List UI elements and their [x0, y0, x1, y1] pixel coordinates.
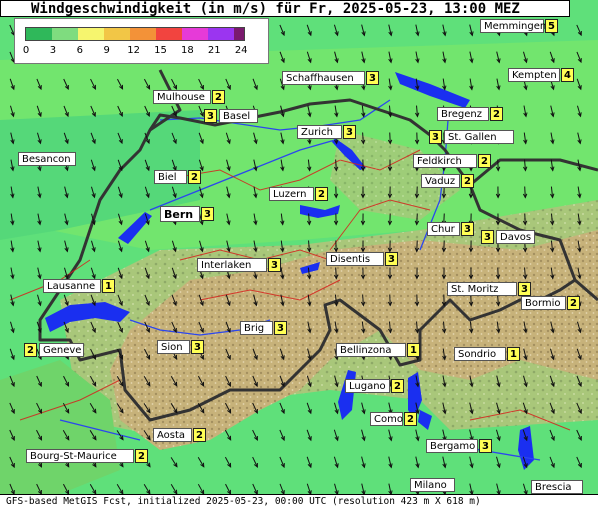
city-label-bellinzona: Bellinzona — [336, 343, 406, 357]
city-label-memmingen: Memmingen — [480, 19, 546, 33]
wind-speed-value: 3 — [343, 125, 356, 139]
forecast-footer: GFS-based MetGIS Fcst, initialized 2025-… — [0, 494, 598, 508]
legend-tick-label: 0 — [22, 45, 30, 56]
wind-speed-value: 3 — [481, 230, 494, 244]
legend-tick-label: 12 — [127, 45, 140, 56]
city-label-interlaken: Interlaken — [197, 258, 267, 272]
wind-speed-value: 2 — [404, 412, 417, 426]
city-label-brig: Brig — [240, 321, 273, 335]
legend-color-swatch — [182, 28, 208, 40]
wind-speed-value: 2 — [490, 107, 503, 121]
city-label-basel: Basel — [219, 109, 258, 123]
legend-color-swatch — [104, 28, 130, 40]
legend-tick-label: 18 — [181, 45, 194, 56]
legend-color-swatch — [52, 28, 78, 40]
legend-color-swatch — [130, 28, 156, 40]
wind-speed-value: 4 — [561, 68, 574, 82]
wind-speed-value: 1 — [507, 347, 520, 361]
wind-speed-value: 3 — [191, 340, 204, 354]
wind-speed-value: 2 — [567, 296, 580, 310]
wind-speed-value: 3 — [518, 282, 531, 296]
city-label-luzern: Luzern — [269, 187, 314, 201]
city-label-aosta: Aosta — [153, 428, 192, 442]
speed-legend: 0 3 6 9 12 15 18 21 24 — [14, 18, 269, 64]
wind-speed-value: 2 — [24, 343, 37, 357]
city-label-mulhouse: Mulhouse — [153, 90, 211, 104]
wind-speed-value: 2 — [212, 90, 225, 104]
wind-speed-value: 2 — [193, 428, 206, 442]
legend-tick-label: 24 — [234, 45, 248, 56]
city-label-como: Como — [370, 412, 403, 426]
legend-color-swatch — [234, 28, 244, 40]
city-label-bregenz: Bregenz — [437, 107, 489, 121]
wind-speed-value: 2 — [188, 170, 201, 184]
wind-speed-value: 1 — [102, 279, 115, 293]
wind-speed-value: 2 — [461, 174, 474, 188]
city-label-lausanne: Lausanne — [43, 279, 101, 293]
wind-speed-value: 3 — [385, 252, 398, 266]
map-title: Windgeschwindigkeit (in m/s) für Fr, 202… — [0, 0, 570, 17]
wind-speed-value: 3 — [204, 109, 217, 123]
legend-tick-label: 3 — [49, 45, 57, 56]
wind-speed-value: 3 — [366, 71, 379, 85]
wind-speed-value: 3 — [429, 130, 442, 144]
city-label-st-moritz: St. Moritz — [447, 282, 517, 296]
city-label-milano: Milano — [410, 478, 455, 492]
wind-speed-value: 3 — [479, 439, 492, 453]
city-label-sion: Sion — [157, 340, 190, 354]
city-label-biel: Biel — [154, 170, 187, 184]
legend-tick-label: 15 — [154, 45, 167, 56]
city-label-sondrio: Sondrio — [454, 347, 506, 361]
city-label-lugano: Lugano — [345, 379, 390, 393]
legend-tick-label: 21 — [207, 45, 221, 56]
city-label-bern: Bern — [160, 206, 200, 222]
wind-speed-value: 3 — [274, 321, 287, 335]
city-label-chur: Chur — [427, 222, 460, 236]
city-label-disentis: Disentis — [326, 252, 384, 266]
wind-speed-value: 3 — [461, 222, 474, 236]
city-label-bergamo: Bergamo — [426, 439, 478, 453]
city-label-bourg-st-maurice: Bourg-St-Maurice — [26, 449, 134, 463]
city-label-schaffhausen: Schaffhausen — [282, 71, 365, 85]
legend-color-bar — [25, 27, 245, 41]
city-label-zurich: Zurich — [297, 125, 342, 139]
city-label-geneve: Geneve — [39, 343, 84, 357]
city-label-feldkirch: Feldkirch — [413, 154, 477, 168]
legend-color-swatch — [156, 28, 182, 40]
city-label-vaduz: Vaduz — [421, 174, 460, 188]
legend-color-swatch — [78, 28, 104, 40]
wind-speed-value: 2 — [315, 187, 328, 201]
legend-color-swatch — [26, 28, 52, 40]
city-label-brescia: Brescia — [531, 480, 583, 494]
legend-tick-label: 9 — [103, 45, 110, 56]
wind-speed-value: 5 — [545, 19, 558, 33]
wind-speed-value: 2 — [391, 379, 404, 393]
wind-speed-value: 1 — [407, 343, 420, 357]
city-label-st-gallen: St. Gallen — [444, 130, 514, 144]
city-label-kempten: Kempten — [508, 68, 560, 82]
legend-tick-label: 6 — [76, 45, 83, 56]
city-label-besancon: Besancon — [18, 152, 76, 166]
city-label-davos: Davos — [496, 230, 535, 244]
city-label-bormio: Bormio — [521, 296, 566, 310]
wind-speed-value: 2 — [478, 154, 491, 168]
legend-color-swatch — [208, 28, 234, 40]
wind-speed-value: 2 — [135, 449, 148, 463]
wind-speed-value: 3 — [201, 207, 214, 221]
wind-speed-value: 3 — [268, 258, 281, 272]
